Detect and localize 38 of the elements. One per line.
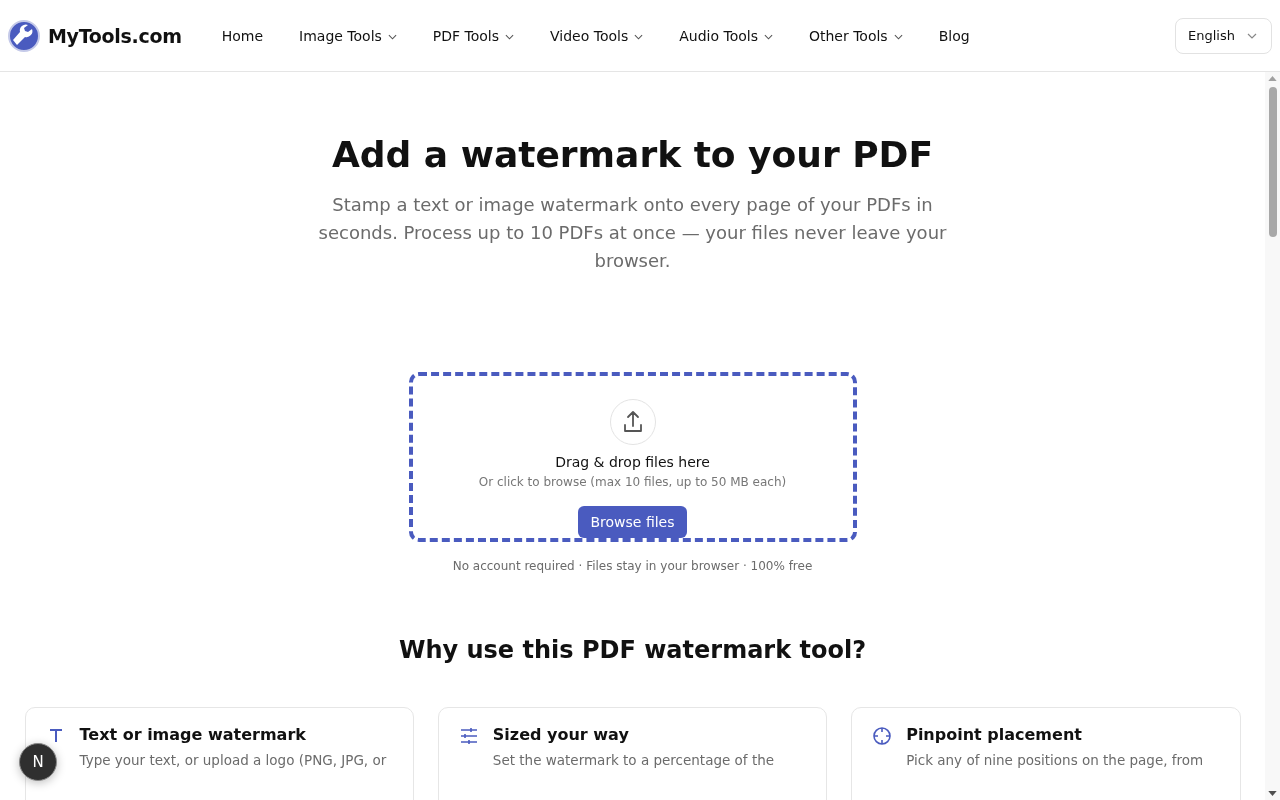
file-drop-zone[interactable]: Drag & drop files here Or click to browse (max 10 files, up to 50 MB each) Browse files — [408, 372, 857, 542]
chevron-down-icon — [1247, 32, 1257, 39]
crosshair-icon — [872, 726, 893, 746]
feature-description: Pick any of nine positions on the page, from — [906, 752, 1204, 768]
wrench-logo-icon[interactable] — [8, 19, 40, 52]
scroll-down-arrow-icon[interactable] — [1268, 791, 1277, 796]
feature-description: Type your text, or upload a logo (PNG, JPG, or — [79, 752, 387, 768]
scrollbar[interactable] — [1265, 72, 1280, 800]
browse-files-button[interactable]: Browse files — [578, 506, 687, 538]
drop-hint: Or click to browse (max 10 files, up to 50 MB each) — [478, 475, 787, 489]
nav-link[interactable]: PDF Tools — [432, 27, 515, 44]
page-subtitle: Stamp a text or image watermark onto every page of your PDFs in seconds. Process up to 10 PDFs at once — your files never leave your browser. — [317, 193, 948, 273]
chevron-down-icon — [763, 33, 773, 40]
chevron-down-icon — [505, 33, 515, 40]
nav-link[interactable]: Blog — [938, 27, 970, 44]
nav-link[interactable]: Other Tools — [808, 27, 903, 44]
feature-description: Set the watermark to a percentage of the — [492, 752, 775, 768]
section-title: Why use this PDF watermark tool? — [398, 636, 867, 664]
chevron-down-icon — [634, 33, 644, 40]
nav-link[interactable]: Video Tools — [550, 27, 644, 44]
feature-title: Sized your way — [492, 725, 630, 744]
nav-link[interactable]: Home — [221, 27, 264, 44]
brand-name[interactable]: MyTools.com — [48, 24, 182, 47]
page-title: Add a watermark to your PDF — [331, 134, 934, 175]
language-select[interactable]: English — [1175, 17, 1272, 54]
sliders-icon — [458, 726, 479, 746]
nav-link[interactable]: Audio Tools — [679, 27, 773, 44]
feature-title: Pinpoint placement — [906, 725, 1083, 744]
scrollbar-thumb[interactable] — [1268, 87, 1277, 237]
upload-icon — [609, 399, 656, 445]
drop-heading: Drag & drop files here — [555, 454, 710, 470]
chevron-down-icon — [387, 33, 397, 40]
trust-note: No account required · Files stay in your browser · 100% free — [452, 559, 813, 573]
scroll-up-arrow-icon[interactable] — [1268, 76, 1277, 81]
nav-link[interactable]: Image Tools — [299, 27, 397, 44]
feature-title: Text or image watermark — [79, 725, 307, 744]
avatar-badge[interactable]: N — [19, 743, 57, 781]
chevron-down-icon — [893, 33, 903, 40]
